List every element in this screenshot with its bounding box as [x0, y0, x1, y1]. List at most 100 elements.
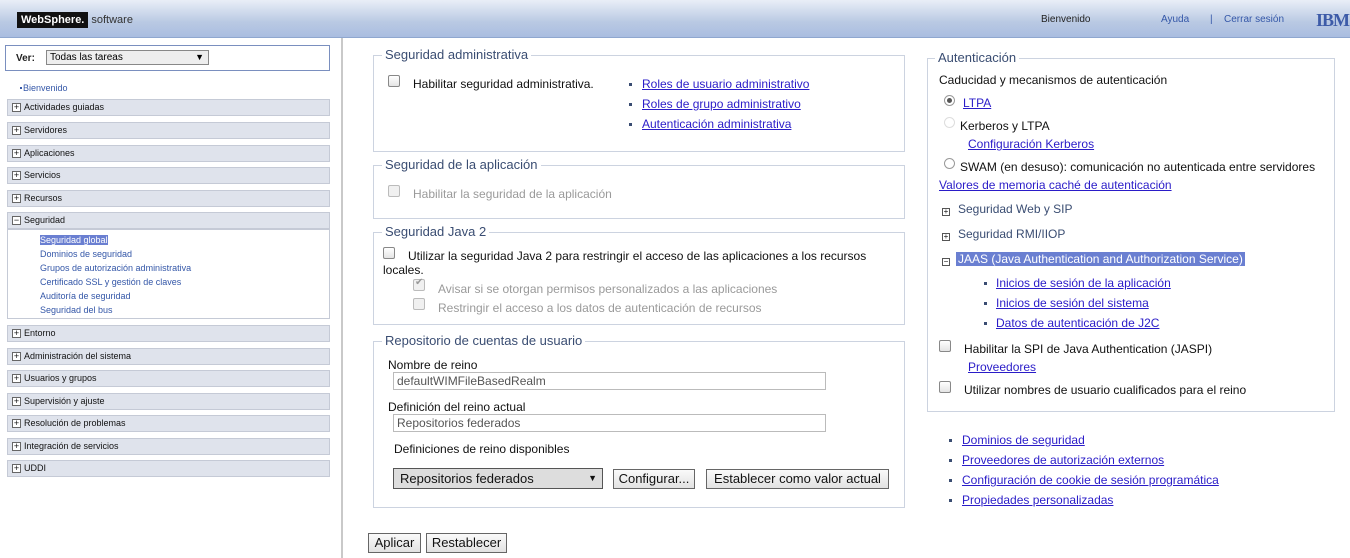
apply-button[interactable]: Aplicar	[368, 533, 421, 553]
nav-item-users-groups[interactable]: + Usuarios y grupos	[7, 370, 330, 387]
logout-link[interactable]: Cerrar sesión	[1224, 14, 1284, 25]
enable-admin-security-checkbox[interactable]	[388, 75, 400, 87]
enable-jaspi-label: Habilitar la SPI de Java Authentication …	[964, 342, 1213, 356]
nav-item-label: Aplicaciones	[24, 148, 75, 158]
auth-mechanisms-title: Caducidad y mecanismos de autenticación	[939, 73, 1168, 87]
bullet	[984, 282, 987, 285]
custom-properties-link[interactable]: Propiedades personalizadas	[962, 493, 1113, 507]
providers-link[interactable]: Proveedores	[968, 360, 1036, 374]
restrict-auth-data-checkbox[interactable]	[413, 298, 425, 310]
nav-sub-ssl-certificates[interactable]: Certificado SSL y gestión de claves	[40, 277, 181, 287]
use-java2-security-label-cont: locales.	[383, 263, 424, 277]
admin-group-roles-link[interactable]: Roles de grupo administrativo	[642, 97, 801, 111]
view-select[interactable]: Todas las tareas ▼	[46, 50, 209, 65]
auth-cache-link[interactable]: Valores de memoria caché de autenticació…	[939, 178, 1172, 192]
chevron-down-icon: ▼	[588, 473, 597, 483]
bullet	[949, 479, 952, 482]
expand-icon: +	[12, 441, 21, 451]
nav-sub-security-domains[interactable]: Dominios de seguridad	[40, 249, 132, 259]
nav-item-monitoring[interactable]: + Supervisión y ajuste	[7, 393, 330, 410]
use-java2-security-checkbox[interactable]	[383, 247, 395, 259]
nav-item-uddi[interactable]: + UDDI	[7, 460, 330, 477]
bullet	[949, 439, 952, 442]
kerberos-config-link[interactable]: Configuración Kerberos	[968, 137, 1094, 151]
collapse-icon[interactable]: −	[942, 258, 950, 266]
expand-icon: +	[12, 351, 21, 361]
enable-jaspi-checkbox[interactable]	[939, 340, 951, 352]
security-domains-link[interactable]: Dominios de seguridad	[962, 433, 1085, 447]
available-realms-select[interactable]: Repositorios federados ▼	[393, 468, 603, 489]
programmatic-session-cookie-link[interactable]: Configuración de cookie de sesión progra…	[962, 473, 1219, 487]
expand-icon: +	[12, 463, 21, 473]
top-banner: WebSphere. software Bienvenido Ayuda | C…	[0, 0, 1350, 38]
external-authz-providers-link[interactable]: Proveedores de autorización externos	[962, 453, 1164, 467]
nav-item-label: UDDI	[24, 463, 46, 473]
ltpa-link[interactable]: LTPA	[963, 96, 991, 110]
nav-item-service-integration[interactable]: + Integración de servicios	[7, 438, 330, 455]
rmi-iiop-security-section[interactable]: Seguridad RMI/IIOP	[958, 227, 1065, 241]
expand-icon[interactable]: +	[942, 208, 950, 216]
enable-app-security-checkbox[interactable]	[388, 185, 400, 197]
panel-divider[interactable]	[341, 38, 343, 558]
swam-radio[interactable]	[944, 158, 955, 169]
nav-item-label: Integración de servicios	[24, 441, 119, 451]
nav-sub-security-auditing[interactable]: Auditoría de seguridad	[40, 291, 131, 301]
bullet	[949, 459, 952, 462]
reset-button[interactable]: Restablecer	[426, 533, 507, 553]
qualified-usernames-label: Utilizar nombres de usuario cualificados…	[964, 383, 1247, 397]
expand-icon[interactable]: +	[942, 233, 950, 241]
nav-item-guided-activities[interactable]: + Actividades guiadas	[7, 99, 330, 116]
j2c-auth-data-link[interactable]: Datos de autenticación de J2C	[996, 316, 1159, 330]
bullet	[949, 499, 952, 502]
help-link[interactable]: Ayuda	[1161, 14, 1189, 25]
nav-item-troubleshooting[interactable]: + Resolución de problemas	[7, 415, 330, 432]
set-as-current-button[interactable]: Establecer como valor actual	[706, 469, 889, 489]
nav-item-environment[interactable]: + Entorno	[7, 325, 330, 342]
bullet	[629, 83, 632, 86]
app-security-legend: Seguridad de la aplicación	[382, 157, 541, 172]
available-realms-label: Definiciones de reino disponibles	[394, 442, 570, 456]
kerberos-radio[interactable]	[944, 117, 955, 128]
java2-security-legend: Seguridad Java 2	[382, 224, 490, 239]
nav-item-label: Usuarios y grupos	[24, 373, 97, 383]
authentication-legend: Autenticación	[935, 50, 1020, 65]
jaas-section[interactable]: JAAS (Java Authentication and Authorizat…	[956, 252, 1245, 266]
nav-item-security[interactable]: − Seguridad	[7, 212, 330, 229]
brand-name: WebSphere.	[17, 12, 89, 28]
bullet	[984, 302, 987, 305]
expand-icon: +	[12, 396, 21, 406]
nav-item-servers[interactable]: + Servidores	[7, 122, 330, 139]
collapse-icon: −	[12, 215, 21, 225]
nav-sub-global-security[interactable]: Seguridad global	[40, 235, 108, 245]
view-label: Ver:	[16, 53, 35, 64]
swam-label: SWAM (en desuso): comunicación no autent…	[960, 160, 1316, 174]
admin-authentication-link[interactable]: Autenticación administrativa	[642, 117, 791, 131]
nav-item-services[interactable]: + Servicios	[7, 167, 330, 184]
nav-item-resources[interactable]: + Recursos	[7, 190, 330, 207]
nav-item-applications[interactable]: + Aplicaciones	[7, 145, 330, 162]
nav-item-system-admin[interactable]: + Administración del sistema	[7, 348, 330, 365]
app-logins-link[interactable]: Inicios de sesión de la aplicación	[996, 276, 1171, 290]
warn-custom-permissions-checkbox[interactable]	[413, 277, 425, 291]
welcome-text: Bienvenido	[1041, 14, 1091, 25]
nav-item-label: Servicios	[24, 170, 61, 180]
system-logins-link[interactable]: Inicios de sesión del sistema	[996, 296, 1149, 310]
bullet	[629, 123, 632, 126]
admin-user-roles-link[interactable]: Roles de usuario administrativo	[642, 77, 809, 91]
realm-name-field[interactable]: defaultWIMFileBasedRealm	[393, 372, 826, 390]
ltpa-radio[interactable]	[944, 95, 955, 106]
bullet	[629, 103, 632, 106]
configure-button[interactable]: Configurar...	[613, 469, 695, 489]
expand-icon: +	[12, 373, 21, 383]
nav-sub-admin-auth-groups[interactable]: Grupos de autorización administrativa	[40, 263, 191, 273]
admin-security-section	[373, 55, 905, 152]
enable-admin-security-label: Habilitar seguridad administrativa.	[413, 77, 594, 91]
qualified-usernames-checkbox[interactable]	[939, 381, 951, 393]
current-realm-field[interactable]: Repositorios federados	[393, 414, 826, 432]
web-sip-security-section[interactable]: Seguridad Web y SIP	[958, 202, 1073, 216]
kerberos-label: Kerberos y LTPA	[960, 119, 1050, 133]
nav-sub-bus-security[interactable]: Seguridad del bus	[40, 305, 113, 315]
nav-welcome-link[interactable]: Bienvenido	[20, 83, 68, 93]
expand-icon: +	[12, 148, 21, 158]
nav-item-label: Recursos	[24, 193, 63, 203]
